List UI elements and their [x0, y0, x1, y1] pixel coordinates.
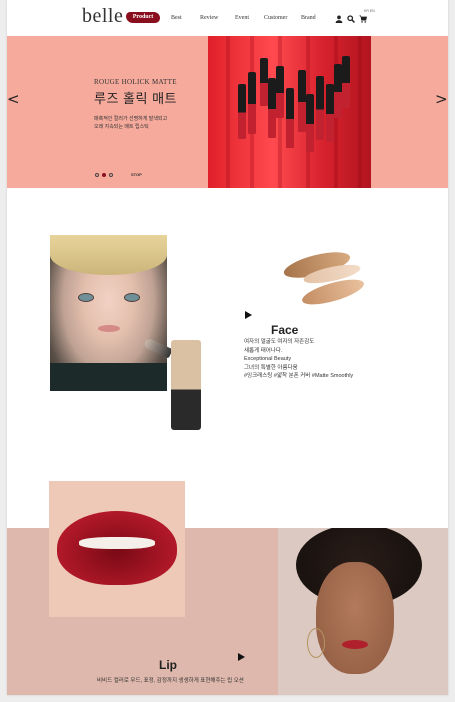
foundation-tube-image [171, 340, 201, 430]
face-title: Face [271, 323, 299, 337]
hero-desc-line: 매혹적인 컬러가 선명하게 발색되고 [94, 116, 168, 122]
cart-icon[interactable] [359, 15, 367, 23]
hero-title: 루즈 홀릭 매트 [94, 91, 177, 106]
logo[interactable]: belle [82, 5, 123, 28]
hero-lipstick-image [208, 36, 371, 188]
nav-item-customer[interactable]: Customer [264, 15, 287, 21]
nav-item-event[interactable]: Event [235, 15, 249, 21]
search-icon[interactable] [347, 15, 355, 23]
nav-item-product[interactable]: Product [126, 12, 160, 23]
stop-button[interactable]: STOP [131, 172, 142, 177]
face-desc-line: 여자의 얼굴도 여자의 자존감도 [244, 339, 315, 345]
header: belle Product Best Review Event Customer… [7, 0, 448, 36]
nav-item-brand[interactable]: Brand [301, 15, 316, 21]
page: belle Product Best Review Event Customer… [7, 0, 448, 695]
face-desc-line: 새롭게 태어나다. [244, 347, 283, 354]
play-icon[interactable] [238, 653, 245, 661]
hero-description: 매혹적인 컬러가 선명하게 발색되고 오래 지속되는 매트 립스틱 [94, 115, 204, 131]
face-description: 여자의 얼굴도 여자의 자존감도 새롭게 태어나다. Exceptional B… [244, 338, 384, 381]
lip-model-photo [278, 528, 448, 695]
user-icon[interactable] [335, 15, 343, 23]
slide-dot-1[interactable] [95, 173, 99, 177]
face-model-photo [50, 235, 167, 391]
arrow-left-icon[interactable]: < [7, 90, 20, 108]
nav-item-best[interactable]: Best [171, 15, 182, 21]
face-desc-line: #잉크래스팅 #얇착 분폰 커버 #Matte Smoothly [244, 373, 354, 380]
nav-item-review[interactable]: Review [200, 15, 218, 21]
face-desc-line: Exceptional Beauty [244, 356, 292, 363]
face-desc-line: 그녀의 특별한 아름다움 [244, 364, 298, 371]
lip-description: 비비드 컬러로 무드, 표정, 감정까지 생생하게 표현해주는 립 오션 [97, 678, 244, 684]
play-icon[interactable] [245, 311, 252, 319]
hero-subtitle: ROUGE HOLICK MATTE [94, 78, 177, 86]
hero-desc-line: 오래 지속되는 매트 립스틱 [94, 124, 149, 130]
language-switch[interactable]: KR EN [364, 9, 375, 13]
arrow-right-icon[interactable]: > [435, 90, 448, 108]
lip-title: Lip [159, 658, 177, 672]
lip-closeup-photo [49, 481, 185, 617]
slide-dot-2[interactable] [102, 173, 106, 177]
hero-slider: ROUGE HOLICK MATTE 루즈 홀릭 매트 매혹적인 컬러가 선명하… [7, 36, 448, 188]
slide-dot-3[interactable] [109, 173, 113, 177]
